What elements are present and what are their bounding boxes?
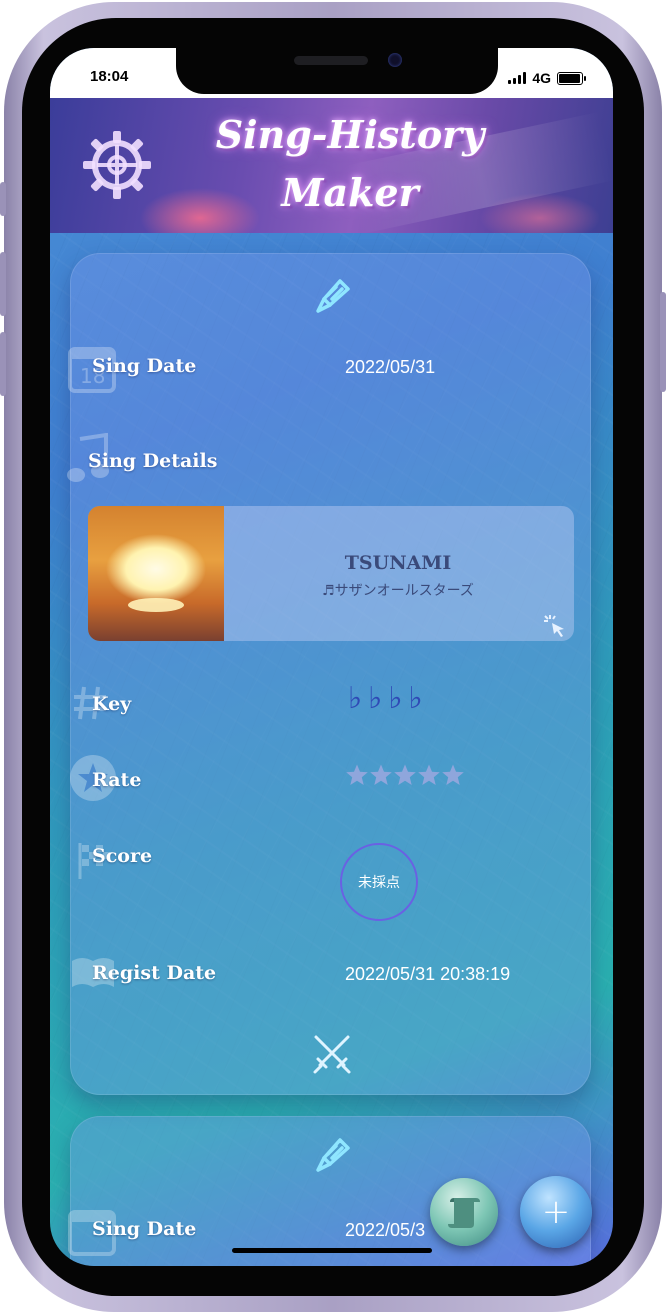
history-card[interactable]: 18 Sing Date 2022/05/31 Sing Details TSU… (67, 253, 591, 1095)
notch (176, 48, 498, 94)
volume-down-button (0, 332, 6, 396)
regist-date-label: Regist Date (92, 962, 217, 984)
history-card[interactable]: Sing Date 2022/05/3 (68, 1116, 591, 1266)
sing-date-label: Sing Date (92, 355, 197, 377)
status-indicators: 4G (508, 70, 586, 86)
regist-date-value: 2022/05/31 20:38:19 (345, 964, 511, 984)
album-jacket-image (88, 506, 224, 641)
song-artist: ♬サザンオールスターズ (248, 580, 548, 600)
sing-date-value: 2022/05/3 (345, 1220, 426, 1240)
flat-symbol: ♭ (368, 681, 383, 716)
plus-icon: + (541, 1192, 571, 1232)
speaker (294, 56, 368, 65)
rate-label: Rate (92, 769, 142, 791)
star-icon (394, 764, 416, 785)
app-header: Sing-History Maker (50, 98, 613, 233)
status-time: 18:04 (90, 68, 129, 85)
score-label: Score (92, 845, 153, 867)
flat-symbol: ♭ (388, 681, 403, 716)
star-icon (418, 764, 440, 785)
rate-stars (345, 763, 465, 787)
star-icon (346, 764, 368, 785)
song-detail-card[interactable]: TSUNAMI ♬サザンオールスターズ (88, 506, 574, 641)
flat-symbol: ♭ (408, 681, 423, 716)
pencil-icon[interactable] (310, 1132, 354, 1176)
signal-icon (508, 72, 527, 84)
scroll-icon (448, 1198, 480, 1228)
sing-details-label: Sing Details (88, 450, 218, 472)
gear-icon[interactable] (80, 128, 154, 202)
app-title-line2: Maker (281, 170, 419, 215)
flat-symbol: ♭ (348, 681, 363, 716)
network-type: 4G (532, 70, 551, 86)
crossed-swords-icon[interactable] (310, 1033, 354, 1077)
power-button (660, 292, 666, 392)
key-label: Key (92, 693, 132, 715)
score-value: 未採点 (358, 875, 400, 891)
pencil-icon[interactable] (310, 273, 354, 317)
sing-date-value: 2022/05/31 (345, 357, 436, 377)
sing-date-label: Sing Date (92, 1218, 197, 1240)
key-value: ♭ ♭ ♭ ♭ (348, 681, 423, 716)
add-button[interactable]: + (520, 1176, 592, 1248)
song-artist-name: サザンオールスターズ (334, 583, 474, 599)
home-indicator (232, 1248, 432, 1253)
star-icon (370, 764, 392, 785)
song-title: TSUNAMI (344, 552, 452, 574)
mute-switch (0, 182, 6, 216)
app-title-line1: Sing-History (215, 112, 485, 157)
app-title: Sing-History Maker (200, 106, 500, 222)
artist-icon: ♬ (322, 583, 335, 599)
volume-up-button (0, 252, 6, 316)
battery-icon (557, 71, 586, 85)
app-screen: 18:04 4G Sing-History Maker 18 Sing Date… (50, 48, 613, 1266)
score-badge: 未採点 (340, 843, 418, 921)
tap-icon (542, 613, 568, 639)
front-camera (388, 53, 402, 67)
star-icon (442, 764, 464, 785)
history-button[interactable] (430, 1178, 498, 1246)
